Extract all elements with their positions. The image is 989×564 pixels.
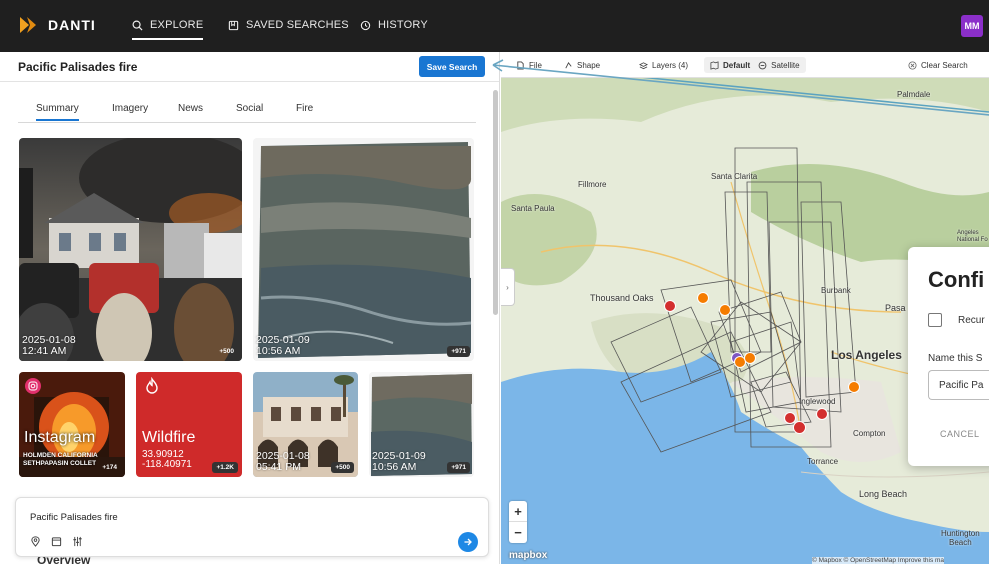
map-attribution[interactable]: © Mapbox © OpenStreetMap Improve this ma: [812, 557, 945, 564]
street-fire-photo: [19, 138, 242, 361]
imagery-marker[interactable]: [697, 292, 709, 304]
panel-scrollbar[interactable]: [493, 90, 498, 315]
result-count-badge: +500: [331, 462, 354, 473]
result-count-badge: +971: [447, 346, 470, 357]
results-panel: Pacific Palisades fire Save Search Summa…: [0, 52, 500, 564]
dialog-title: Confi: [928, 267, 985, 292]
imagery-card-street-photo[interactable]: 2025-01-08 12:41 AM +500: [19, 138, 242, 361]
map-label-compton: Compton: [853, 429, 886, 438]
fire-marker[interactable]: [793, 421, 806, 434]
map-label-fillmore: Fillmore: [578, 180, 607, 189]
zoom-in-button[interactable]: +: [509, 501, 527, 522]
social-card-instagram[interactable]: Instagram HOLMDEN CALIFORNIA SETHPAPASIN …: [19, 372, 125, 477]
location-pin-icon[interactable]: [30, 536, 41, 547]
card-source-label: Instagram: [24, 429, 96, 446]
search-box: Pacific Palisades fire: [15, 497, 489, 557]
map-label-huntington-beach: Huntington Beach: [941, 529, 980, 547]
tab-news[interactable]: News: [178, 103, 203, 114]
card-date: 2025-01-08 12:41 AM: [22, 334, 76, 357]
collapse-panel-toggle[interactable]: ›: [501, 268, 515, 306]
map-label-santa-clarita: Santa Clarita: [711, 172, 758, 181]
user-avatar[interactable]: MM: [961, 15, 983, 37]
imagery-card-building-photo[interactable]: 2025-01-08 05:41 PM +500: [253, 372, 358, 477]
map-label-torrance: Torrance: [807, 457, 839, 466]
app-name: DANTI: [48, 17, 96, 33]
result-count-badge: +174: [102, 464, 117, 471]
tab-fire[interactable]: Fire: [296, 103, 313, 114]
map-label-long-beach: Long Beach: [859, 489, 908, 499]
satellite-image: [253, 138, 474, 361]
arrow-right-icon: [464, 538, 472, 546]
card-date: 2025-01-09 10:56 AM: [372, 450, 426, 473]
result-count-badge: +971: [447, 462, 470, 473]
search-name-input[interactable]: Pacific Pa: [928, 370, 989, 400]
map-label-burbank: Burbank: [821, 286, 851, 295]
map-label-inglewood: Inglewood: [799, 397, 836, 406]
search-tools: [30, 536, 83, 547]
fire-icon: [146, 377, 158, 394]
map-label-thousand-oaks: Thousand Oaks: [590, 293, 654, 303]
app-logo[interactable]: DANTI: [18, 14, 96, 36]
annotation-arrow: [492, 59, 989, 116]
tab-summary[interactable]: Summary: [36, 103, 79, 121]
instagram-icon: [25, 378, 41, 394]
imagery-marker[interactable]: [744, 352, 756, 364]
save-search-button[interactable]: Save Search: [419, 56, 485, 77]
calendar-icon[interactable]: [51, 536, 62, 547]
bookmark-icon: [228, 20, 239, 30]
cancel-button[interactable]: CANCEL: [940, 429, 980, 439]
panel-header: Pacific Palisades fire Save Search: [0, 52, 499, 82]
submit-search-button[interactable]: [458, 532, 478, 552]
nav-history[interactable]: HISTORY: [360, 19, 428, 31]
search-name-label: Name this S: [928, 353, 983, 364]
save-search-dialog: Confi Recur Name this S Pacific Pa CANCE…: [908, 247, 989, 466]
card-caption: HOLMDEN CALIFORNIA SETHPAPASIN COLLET: [23, 452, 98, 467]
map-label-pasadena: Pasa: [885, 303, 906, 313]
tab-social[interactable]: Social: [236, 103, 263, 114]
card-date: 2025-01-09 10:56 AM: [256, 334, 310, 357]
fire-marker[interactable]: [816, 408, 828, 420]
imagery-marker[interactable]: [848, 381, 860, 393]
fire-marker[interactable]: [664, 300, 676, 312]
nav-history-label: HISTORY: [378, 19, 428, 31]
danti-logo-icon: [20, 17, 36, 33]
result-count-badge: +500: [219, 348, 234, 355]
recurring-label: Recur: [958, 315, 985, 326]
search-title: Pacific Palisades fire: [18, 60, 138, 74]
card-source-label: Wildfire: [142, 429, 196, 446]
history-icon: [360, 20, 371, 30]
card-date: 2025-01-08 05:41 PM: [256, 450, 310, 473]
map-label-los-angeles: Los Angeles: [831, 348, 902, 362]
search-icon: [132, 20, 143, 31]
fire-card-wildfire[interactable]: Wildfire 33.90912 -118.40971 +1.2K: [136, 372, 242, 477]
recurring-checkbox[interactable]: [928, 313, 942, 327]
nav-saved-label: SAVED SEARCHES: [246, 19, 349, 31]
imagery-card-satellite-2[interactable]: 2025-01-09 10:56 AM +971: [369, 372, 474, 477]
tab-imagery[interactable]: Imagery: [112, 103, 148, 114]
filter-sliders-icon[interactable]: [72, 536, 83, 547]
results-tabs: Summary Imagery News Social Fire: [18, 103, 476, 123]
nav-saved-searches[interactable]: SAVED SEARCHES: [228, 19, 349, 31]
imagery-card-satellite[interactable]: 2025-01-09 10:56 AM +971: [253, 138, 474, 361]
zoom-out-button[interactable]: −: [509, 522, 527, 543]
map-label-angeles-national-forest: Angeles National Fo: [957, 230, 988, 243]
top-nav-bar: DANTI EXPLORE SAVED SEARCHES HISTORY MM: [0, 0, 989, 52]
imagery-marker[interactable]: [719, 304, 731, 316]
mapbox-logo: mapbox: [509, 550, 548, 561]
card-coordinates: 33.90912 -118.40971: [142, 449, 192, 470]
nav-explore-label: EXPLORE: [150, 19, 204, 31]
zoom-control: + −: [509, 501, 527, 543]
nav-explore[interactable]: EXPLORE: [132, 19, 204, 40]
map-label-santa-paula: Santa Paula: [511, 204, 555, 213]
search-input[interactable]: Pacific Palisades fire: [30, 512, 118, 523]
result-count-badge: +1.2K: [212, 462, 238, 473]
